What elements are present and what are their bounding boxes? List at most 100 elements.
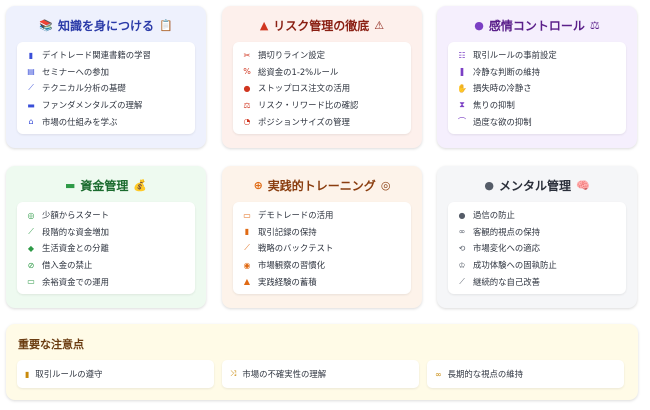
balance-emoji-icon: ⚖ — [589, 18, 600, 32]
list-item: ● 過信の防止 — [457, 207, 617, 224]
list-item-label: デモトレードの活用 — [258, 210, 334, 221]
card-mental: ● メンタル管理 🧠 ● 過信の防止 ∞ 客観的視点の保持 ⟲ 市場変化への適応 ♔ 成功体験… — [437, 166, 637, 308]
card-title: ▲ リスク管理の徹底 ⚠ — [233, 14, 411, 36]
list-check-icon: ☷ — [458, 50, 466, 60]
warning-emoji-icon: ⚠ — [374, 18, 385, 32]
list-item-label: セミナーへの参加 — [42, 66, 109, 77]
clipboard-icon: ▮ — [25, 369, 30, 379]
list-item-label: 生活資金との分離 — [42, 243, 109, 254]
list-item-label: 少額からスタート — [42, 210, 109, 221]
books-icon: 📚 — [39, 18, 53, 32]
list-item-label: ファンダメンタルズの理解 — [42, 100, 143, 111]
item-list: ◎ 少額からスタート ⟋ 段階的な資金増加 ◆ 生活資金との分離 ⊘ 借入金の禁止 ▭ 余裕資金で… — [17, 202, 195, 294]
list-item: ⚖ リスク・リワード比の確認 — [242, 97, 402, 114]
list-item-label: デイトレード関連書籍の学習 — [42, 50, 151, 61]
stairs-icon: ⟋ — [28, 226, 34, 236]
list-item-label: 損失時の冷静さ — [473, 83, 532, 94]
note-item-label: 取引ルールの遵守 — [35, 369, 103, 379]
graduation-cap-icon: ▲ — [243, 277, 251, 287]
percent-icon: % — [243, 67, 251, 77]
card-title-text: リスク管理の徹底 — [273, 18, 370, 33]
random-icon: ⤨ — [230, 369, 237, 378]
bank-icon: ⌂ — [28, 117, 34, 127]
card-title-text: メンタル管理 — [498, 178, 571, 193]
book-icon: ▮ — [28, 50, 34, 60]
card-title-text: 知識を身につける — [57, 18, 154, 33]
stop-circle-icon: ● — [243, 83, 251, 93]
crosshairs-icon: ⊕ — [253, 178, 263, 192]
card-training: ⊕ 実践的トレーニング ◎ ▭ デモトレードの活用 ▮ 取引記録の保持 ⟋ 戦略のバックテ… — [222, 166, 422, 308]
note-item: ▮ 取引ルールの遵守 — [17, 360, 214, 388]
list-item-label: 取引記録の保持 — [258, 226, 317, 237]
item-list: ☷ 取引ルールの事前設定 ❚ 冷静な判断の維持 ✋ 損失時の冷静さ ⧗ 焦りの抑制 ⌒ 過度な欲の… — [448, 42, 626, 134]
binoculars-icon: ∞ — [435, 369, 442, 379]
list-item-label: 市場変化への適応 — [473, 243, 540, 254]
list-item-label: 客観的視点の保持 — [473, 226, 540, 237]
note-item: ∞ 長期的な視点の維持 — [427, 360, 624, 388]
list-item-label: 余裕資金での運用 — [42, 276, 109, 287]
glasses-icon: ∞ — [458, 227, 466, 237]
trophy-icon: ♔ — [458, 260, 466, 270]
list-item-label: 過信の防止 — [473, 210, 515, 221]
list-item: ✂ 損切りライン設定 — [242, 47, 402, 64]
note-item-label: 市場の不確実性の理解 — [242, 369, 327, 379]
list-item-label: 段階的な資金増加 — [42, 226, 109, 237]
list-item-label: 焦りの抑制 — [473, 100, 515, 111]
chalkboard-icon: ▤ — [27, 67, 35, 77]
list-item-label: 実践経験の蓄積 — [258, 276, 317, 287]
chart-line-icon: ⟋ — [459, 276, 465, 286]
list-item-label: リスク・リワード比の確認 — [258, 100, 359, 111]
list-item: ◎ 少額からスタート — [26, 207, 186, 224]
list-item: ⊘ 借入金の禁止 — [26, 257, 186, 274]
ban-icon: ⊘ — [27, 260, 35, 270]
list-item: ◉ 市場観察の習慣化 — [242, 257, 402, 274]
list-item: ▬ ファンダメンタルズの理解 — [26, 97, 186, 114]
note-item: ⤨ 市場の不確実性の理解 — [222, 360, 419, 388]
card-emotion: ● 感情コントロール ⚖ ☷ 取引ルールの事前設定 ❚ 冷静な判断の維持 ✋ 損失時の冷静… — [437, 6, 637, 148]
pie-chart-icon: ◔ — [243, 117, 251, 127]
desktop-icon: ▭ — [243, 210, 251, 220]
brain-icon: ● — [484, 178, 494, 192]
list-item: ❚ 冷静な判断の維持 — [457, 64, 617, 81]
list-item: ▤ セミナーへの参加 — [26, 64, 186, 81]
wallet-icon: ▬ — [64, 178, 76, 192]
book-icon: ▮ — [244, 227, 250, 237]
list-item: ▮ 取引記録の保持 — [242, 224, 402, 241]
card-title: ⊕ 実践的トレーニング ◎ — [233, 174, 411, 196]
item-list: ▮ デイトレード関連書籍の学習 ▤ セミナーへの参加 ⟋ テクニカル分析の基礎 ▬ ファンダメ… — [17, 42, 195, 134]
newspaper-icon: ▬ — [27, 100, 35, 110]
list-item: ⌂ 市場の仕組みを学ぶ — [26, 113, 186, 130]
list-item-label: ポジションサイズの管理 — [258, 116, 350, 127]
warning-icon: ▲ — [259, 18, 269, 32]
hand-icon: ✋ — [457, 83, 467, 93]
list-item: ⟋ 戦略のバックテスト — [242, 240, 402, 257]
notes-title: 重要な注意点 — [18, 338, 84, 351]
card-title: ● メンタル管理 🧠 — [448, 174, 626, 196]
list-item-label: 損切りライン設定 — [258, 50, 325, 61]
list-item-label: 市場観察の習慣化 — [258, 260, 325, 271]
list-item: ⟋ 継続的な自己改善 — [457, 273, 617, 290]
list-item-label: 過度な欲の抑制 — [473, 116, 532, 127]
card-title-text: 感情コントロール — [488, 18, 585, 33]
list-item: ▮ デイトレード関連書籍の学習 — [26, 47, 186, 64]
card-title: ● 感情コントロール ⚖ — [448, 14, 626, 36]
eye-icon: ◉ — [243, 260, 251, 270]
note-item-label: 長期的な視点の維持 — [447, 369, 524, 379]
list-item-label: 継続的な自己改善 — [473, 276, 540, 287]
list-item-label: 借入金の禁止 — [42, 260, 93, 271]
list-item: ▭ デモトレードの活用 — [242, 207, 402, 224]
card-title-text: 実践的トレーニング — [267, 178, 376, 193]
card-risk: ▲ リスク管理の徹底 ⚠ ✂ 損切りライン設定% 総資金の1-2%ルール ● ストップロ… — [222, 6, 422, 148]
list-item-label: テクニカル分析の基礎 — [42, 83, 126, 94]
money-bill-icon: ▭ — [27, 277, 35, 287]
list-item: ♔ 成功体験への固執防止 — [457, 257, 617, 274]
item-list: ▭ デモトレードの活用 ▮ 取引記録の保持 ⟋ 戦略のバックテスト ◉ 市場観察の習慣化 ▲ 実践… — [233, 202, 411, 294]
item-list: ✂ 損切りライン設定% 総資金の1-2%ルール ● ストップロス注文の活用 ⚖ リスク・リワ… — [233, 42, 411, 134]
target-icon: ◎ — [380, 178, 391, 192]
coins-icon: ◎ — [27, 210, 35, 220]
list-item-label: ストップロス注文の活用 — [258, 83, 351, 94]
list-item-label: 総資金の1-2%ルール — [258, 66, 339, 77]
info-circle-icon: ● — [458, 210, 466, 220]
list-item: ☷ 取引ルールの事前設定 — [457, 47, 617, 64]
list-item: ✋ 損失時の冷静さ — [457, 80, 617, 97]
